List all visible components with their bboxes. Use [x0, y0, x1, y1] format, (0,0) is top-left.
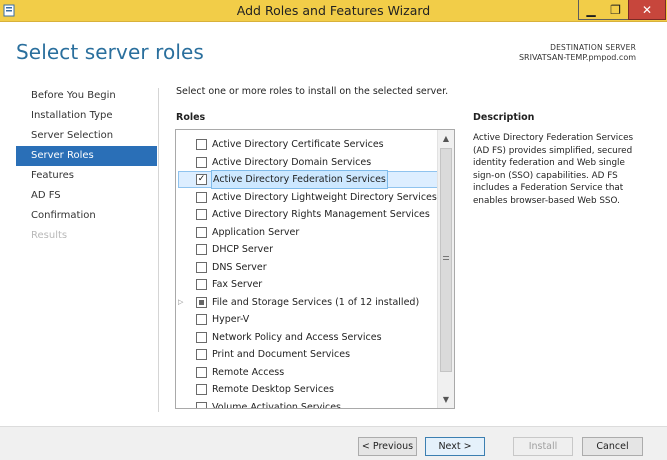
role-label: Application Server: [212, 227, 300, 238]
checkmark-icon: ✓: [197, 174, 206, 184]
role-label: File and Storage Services (1 of 12 insta…: [212, 297, 420, 308]
roles-heading: Roles: [176, 112, 206, 123]
role-item-ad-rights-management-services[interactable]: Active Directory Rights Management Servi…: [176, 206, 438, 223]
role-item-fax-server[interactable]: Fax Server: [176, 276, 438, 293]
role-item-hyper-v[interactable]: Hyper-V: [176, 311, 438, 328]
role-item-print-document-services[interactable]: Print and Document Services: [176, 346, 438, 363]
role-label: Active Directory Lightweight Directory S…: [212, 192, 437, 203]
destination-server-value: SRIVATSAN-TEMP.pmpod.com: [518, 53, 636, 62]
role-item-application-server[interactable]: Application Server: [176, 224, 438, 241]
scroll-down-arrow-icon[interactable]: ▼: [438, 391, 454, 408]
role-checkbox[interactable]: [196, 139, 207, 150]
close-icon: ✕: [641, 2, 653, 17]
nav-item-server-roles[interactable]: Server Roles: [16, 146, 157, 166]
role-checkbox-checked[interactable]: ✓: [196, 174, 207, 185]
role-checkbox[interactable]: [196, 209, 207, 220]
role-checkbox[interactable]: [196, 279, 207, 290]
role-label: Volume Activation Services: [212, 402, 341, 409]
role-item-dhcp-server[interactable]: DHCP Server: [176, 241, 438, 258]
description-text: Active Directory Federation Services (AD…: [473, 133, 634, 206]
role-label: Print and Document Services: [212, 349, 351, 360]
minimize-icon: ▁: [586, 2, 596, 17]
role-label: Active Directory Domain Services: [212, 157, 372, 168]
roles-scrollbar[interactable]: ▲ ▼: [437, 130, 454, 408]
window-title: Add Roles and Features Wizard: [236, 3, 431, 18]
scroll-thumb[interactable]: [440, 148, 452, 372]
role-label: Active Directory Federation Services: [211, 170, 388, 189]
role-checkbox[interactable]: [196, 157, 207, 168]
role-item-ad-domain-services[interactable]: Active Directory Domain Services: [176, 154, 438, 171]
role-label: Fax Server: [212, 279, 263, 290]
nav-item-installation-type[interactable]: Installation Type: [16, 106, 157, 126]
role-checkbox[interactable]: [196, 314, 207, 325]
role-item-file-and-storage-services[interactable]: ▷ File and Storage Services (1 of 12 ins…: [176, 294, 438, 311]
restore-icon: ❐: [610, 2, 621, 17]
role-item-dns-server[interactable]: DNS Server: [176, 259, 438, 276]
role-checkbox[interactable]: [196, 332, 207, 343]
role-label: Network Policy and Access Services: [212, 332, 382, 343]
role-item-ad-federation-services[interactable]: ✓ Active Directory Federation Services: [176, 170, 438, 189]
close-button[interactable]: ✕: [628, 0, 666, 20]
install-button: Install: [513, 437, 573, 456]
wizard-nav: Before You Begin Installation Type Serve…: [16, 86, 157, 246]
previous-button[interactable]: < Previous: [358, 437, 417, 456]
role-label: DHCP Server: [212, 244, 273, 255]
role-checkbox[interactable]: [196, 262, 207, 273]
role-label: Remote Access: [212, 367, 285, 378]
role-label: DNS Server: [212, 262, 267, 273]
role-checkbox[interactable]: [196, 192, 207, 203]
maximize-button[interactable]: ❐: [603, 0, 629, 20]
role-label: Remote Desktop Services: [212, 384, 334, 395]
minimize-button[interactable]: ▁: [578, 0, 604, 20]
next-button[interactable]: Next >: [425, 437, 485, 456]
nav-item-server-selection[interactable]: Server Selection: [16, 126, 157, 146]
role-item-remote-access[interactable]: Remote Access: [176, 364, 438, 381]
description-heading: Description: [473, 112, 535, 123]
role-label: Active Directory Certificate Services: [212, 139, 384, 150]
nav-item-results: Results: [31, 230, 68, 241]
role-label: Hyper-V: [212, 314, 250, 325]
role-item-ad-certificate-services[interactable]: Active Directory Certificate Services: [176, 136, 438, 153]
role-checkbox-partial[interactable]: [196, 297, 207, 308]
title-bar: Add Roles and Features Wizard ▁ ❐ ✕: [0, 0, 667, 22]
nav-item-confirmation[interactable]: Confirmation: [16, 206, 157, 226]
role-checkbox[interactable]: [196, 349, 207, 360]
role-checkbox[interactable]: [196, 367, 207, 378]
role-item-remote-desktop-services[interactable]: Remote Desktop Services: [176, 381, 438, 398]
role-checkbox[interactable]: [196, 227, 207, 238]
role-item-network-policy-access-services[interactable]: Network Policy and Access Services: [176, 329, 438, 346]
role-label: Active Directory Rights Management Servi…: [212, 209, 430, 220]
page-title: Select server roles: [16, 40, 204, 64]
expand-arrow-icon[interactable]: ▷: [178, 294, 186, 311]
destination-server-label: DESTINATION SERVER: [550, 43, 636, 52]
role-item-ad-lightweight-directory-services[interactable]: Active Directory Lightweight Directory S…: [176, 189, 438, 206]
role-checkbox[interactable]: [196, 244, 207, 255]
cancel-button[interactable]: Cancel: [582, 437, 643, 456]
roles-list[interactable]: Active Directory Certificate Services Ac…: [175, 129, 455, 409]
nav-item-before-you-begin[interactable]: Before You Begin: [16, 86, 157, 106]
role-checkbox[interactable]: [196, 402, 207, 408]
nav-item-ad-fs[interactable]: AD FS: [16, 186, 157, 206]
scroll-up-arrow-icon[interactable]: ▲: [438, 130, 454, 147]
instruction-text: Select one or more roles to install on t…: [176, 86, 449, 97]
nav-divider: [158, 88, 159, 412]
role-item-volume-activation-services[interactable]: Volume Activation Services: [176, 399, 438, 409]
nav-item-features[interactable]: Features: [16, 166, 157, 186]
scroll-grip-icon: [443, 256, 449, 260]
role-checkbox[interactable]: [196, 384, 207, 395]
